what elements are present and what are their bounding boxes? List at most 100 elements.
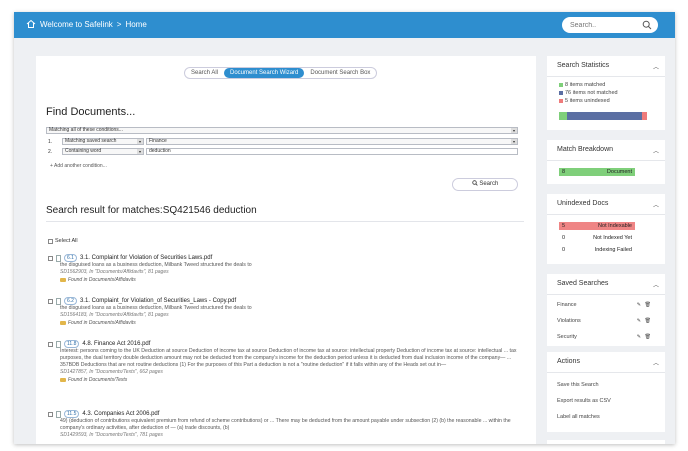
condition-field-select[interactable]: Matching saved search ▾ [62, 138, 144, 145]
chevron-down-icon: ▾ [511, 128, 517, 133]
unindexed-label: Not Indexed Yet [593, 235, 632, 241]
search-tabs: Search All Document Search Wizard Docume… [184, 67, 378, 79]
home-icon[interactable] [26, 19, 36, 29]
unindexed-count: 5 [562, 223, 566, 229]
bar-segment-matched [559, 112, 567, 120]
result-checkbox[interactable] [48, 341, 53, 347]
edit-icon[interactable]: ✎ [637, 334, 641, 340]
action-export-csv[interactable]: Export results as CSV [557, 398, 611, 404]
collapsed-card [547, 440, 665, 444]
score-badge: 6.1 [64, 254, 77, 262]
global-search-input[interactable] [570, 20, 642, 30]
result-snippet: the disguised loans as a business deduct… [60, 262, 252, 268]
result-title[interactable]: 4.8. Finance Act 2016.pdf [82, 341, 150, 347]
card-title: Search Statistics [557, 62, 610, 69]
folder-icon [60, 321, 66, 325]
divider [547, 160, 665, 161]
score-badge: 11.5 [64, 410, 80, 418]
divider [547, 294, 665, 295]
result-meta: SD1564183, In "Documents/Affidavits", 81… [60, 312, 169, 318]
result-item: 6.1 3.1. Complaint for Violation of Secur… [48, 254, 528, 284]
tab-document-search-box[interactable]: Document Search Box [304, 68, 376, 78]
legend-swatch [559, 91, 563, 95]
result-title[interactable]: 3.1. Complaint_for Violation_of Securiti… [80, 298, 236, 304]
result-title[interactable]: 4.3. Companies Act 2006.pdf [82, 411, 159, 417]
result-checkbox[interactable] [48, 255, 53, 261]
condition-word-input[interactable]: deduction [146, 148, 518, 155]
app-window: Welcome to Safelink > Home Search All Do… [14, 12, 675, 444]
result-item: 6.2 3.1. Complaint_for Violation_of Secur… [48, 297, 528, 327]
condition-number: 1. [48, 139, 53, 145]
saved-search-item[interactable]: Security ✎ 🗑 [557, 334, 653, 342]
search-button[interactable]: Search [452, 178, 518, 191]
chevron-up-icon[interactable]: ︿ [653, 200, 659, 209]
condition-number: 2. [48, 149, 53, 155]
unindexed-count: 0 [562, 235, 566, 241]
breakdown-bar[interactable]: 8 Document [559, 168, 635, 176]
condition-field-select[interactable]: Containing word ▾ [62, 148, 144, 155]
match-breakdown-card: Match Breakdown ︿ 8 Document [547, 140, 665, 184]
action-label-matches[interactable]: Label all matches [557, 414, 600, 420]
result-item: 11.8 4.8. Finance Act 2016.pdf Interest: … [48, 340, 528, 384]
trash-icon[interactable]: 🗑 [645, 334, 651, 340]
document-icon [56, 297, 61, 305]
tab-document-search-wizard[interactable]: Document Search Wizard [224, 68, 305, 78]
edit-icon[interactable]: ✎ [637, 318, 641, 324]
legend-label: 5 items unindexed [565, 98, 610, 104]
select-all[interactable]: Select All [48, 238, 78, 244]
saved-searches-card: Saved Searches ︿ Finance ✎ 🗑 Violations ✎ 🗑 … [547, 274, 665, 346]
edit-icon[interactable]: ✎ [637, 302, 641, 308]
result-snippet: 49) (deduction of contributions equivale… [60, 418, 511, 431]
add-condition-link[interactable]: + Add another condition... [50, 163, 107, 169]
result-title[interactable]: 3.1. Complaint for Violation of Securiti… [80, 255, 212, 261]
found-in-label[interactable]: Found in Documents/Texts [68, 376, 127, 384]
select-all-label: Select All [55, 238, 78, 244]
divider [547, 76, 665, 77]
saved-search-item[interactable]: Violations ✎ 🗑 [557, 318, 653, 326]
results-title: Search result for matches:SQ421546 deduc… [46, 205, 257, 216]
chevron-up-icon[interactable]: ︿ [653, 358, 659, 367]
tab-search-all[interactable]: Search All [185, 68, 224, 78]
breadcrumb-separator: > [116, 19, 122, 29]
bar-segment-unindexed [642, 112, 647, 120]
breadcrumb-root[interactable]: Welcome to Safelink [40, 20, 113, 29]
score-badge: 6.2 [64, 297, 77, 305]
divider [547, 214, 665, 215]
folder-icon [60, 378, 66, 382]
divider [46, 221, 524, 222]
match-mode-select[interactable]: Matching all of these conditions... ▾ [46, 127, 518, 134]
card-title: Actions [557, 358, 580, 365]
breadcrumb-page: Home [125, 19, 147, 29]
chevron-down-icon: ▾ [137, 149, 143, 154]
top-bar: Welcome to Safelink > Home [14, 12, 675, 38]
trash-icon[interactable]: 🗑 [645, 302, 651, 308]
result-item: 11.5 4.3. Companies Act 2006.pdf 49) (ded… [48, 410, 528, 439]
condition-field-value: Matching saved search [65, 138, 117, 144]
global-search[interactable] [562, 17, 658, 33]
saved-search-item[interactable]: Finance ✎ 🗑 [557, 302, 653, 310]
select-all-checkbox[interactable] [48, 238, 53, 244]
found-in-label[interactable]: Found in Documents/Affidavits [68, 276, 136, 284]
chevron-up-icon[interactable]: ︿ [653, 280, 659, 289]
chevron-up-icon[interactable]: ︿ [653, 62, 659, 71]
chevron-down-icon: ▾ [137, 139, 143, 144]
chevron-up-icon[interactable]: ︿ [653, 146, 659, 155]
result-checkbox[interactable] [48, 411, 53, 417]
search-icon[interactable] [642, 20, 652, 30]
trash-icon[interactable]: 🗑 [645, 318, 651, 324]
result-meta: SD1562903, In "Documents/Affidavits", 81… [60, 269, 169, 275]
divider [547, 372, 665, 373]
unindexed-row[interactable]: 0 Indexing Failed [559, 246, 635, 254]
unindexed-row[interactable]: 5 Not Indexable [559, 222, 635, 230]
saved-search-label: Security [557, 334, 577, 340]
result-checkbox[interactable] [48, 298, 53, 304]
document-icon [56, 254, 61, 262]
statistics-bar [559, 112, 647, 120]
found-in-label[interactable]: Found in Documents/Affidavits [68, 319, 136, 327]
action-save-search[interactable]: Save this Search [557, 382, 599, 388]
condition-value-select[interactable]: Finance ▾ [146, 138, 518, 145]
main-panel: Search All Document Search Wizard Docume… [36, 56, 536, 444]
legend-label: 76 items not matched [565, 90, 618, 96]
actions-card: Actions ︿ Save this Search Export result… [547, 352, 665, 432]
unindexed-row[interactable]: 0 Not Indexed Yet [559, 234, 635, 242]
